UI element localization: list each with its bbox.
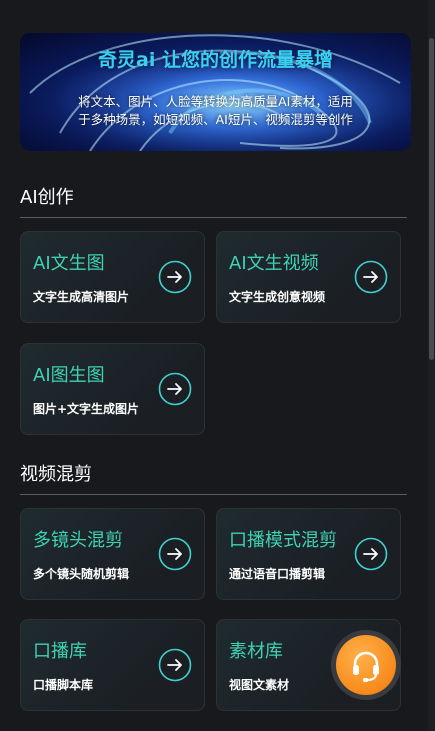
page: 奇灵ai 让您的创作流量暴增 将文本、图片、人脸等转换为高质量AI素材，适用 于… [0, 0, 435, 731]
card-title: 口播模式混剪 [229, 530, 337, 551]
arrow-right-circle-icon[interactable] [158, 648, 192, 682]
card-title: 素材库 [229, 641, 283, 662]
card-voiceover-library[interactable]: 口播库 口播脚本库 [20, 619, 205, 711]
arrow-right-circle-icon[interactable] [158, 260, 192, 294]
card-subtitle: 通过语音口播剪辑 [229, 567, 326, 581]
section-divider [20, 217, 407, 218]
section-divider [20, 494, 407, 495]
section-title-video-remix: 视频混剪 [20, 464, 92, 485]
arrow-right-circle-icon[interactable] [354, 260, 388, 294]
banner-title: 奇灵ai 让您的创作流量暴增 [98, 49, 333, 71]
card-subtitle: 图片+文字生成图片 [33, 402, 140, 416]
customer-support-button[interactable] [331, 630, 401, 700]
support-button-face [336, 635, 396, 695]
headset-icon [353, 651, 379, 682]
card-multi-shot-remix[interactable]: 多镜头混剪 多个镜头随机剪辑 [20, 508, 205, 600]
arrow-right-circle-icon[interactable] [158, 537, 192, 571]
card-subtitle: 文字生成创意视频 [229, 290, 326, 304]
card-ai-image-to-image[interactable]: AI图生图 图片+文字生成图片 [20, 343, 205, 435]
scrollbar-thumb[interactable] [429, 38, 434, 360]
banner-description: 将文本、图片、人脸等转换为高质量AI素材，适用 于多种场景，如短视频、AI短片、… [48, 93, 383, 129]
card-title: 多镜头混剪 [33, 530, 123, 551]
card-subtitle: 视图文素材 [229, 678, 290, 692]
promo-banner[interactable]: 奇灵ai 让您的创作流量暴增 将文本、图片、人脸等转换为高质量AI素材，适用 于… [20, 33, 411, 151]
card-title: AI图生图 [33, 365, 105, 386]
card-title: 口播库 [33, 641, 87, 662]
banner-desc-line-1: 将文本、图片、人脸等转换为高质量AI素材，适用 [78, 94, 353, 109]
vertical-scrollbar[interactable] [428, 0, 435, 731]
arrow-right-circle-icon[interactable] [158, 372, 192, 406]
card-voiceover-remix[interactable]: 口播模式混剪 通过语音口播剪辑 [216, 508, 401, 600]
arrow-right-circle-icon[interactable] [354, 537, 388, 571]
banner-desc-line-2: 于多种场景，如短视频、AI短片、视频混剪等创作 [78, 112, 353, 127]
card-subtitle: 口播脚本库 [33, 678, 94, 692]
card-ai-text-to-video[interactable]: AI文生视频 文字生成创意视频 [216, 231, 401, 323]
card-title: AI文生图 [33, 253, 105, 274]
card-title: AI文生视频 [229, 253, 319, 274]
card-subtitle: 文字生成高清图片 [33, 290, 130, 304]
card-subtitle: 多个镜头随机剪辑 [33, 567, 130, 581]
card-ai-text-to-image[interactable]: AI文生图 文字生成高清图片 [20, 231, 205, 323]
section-title-ai-creation: AI创作 [20, 187, 74, 208]
